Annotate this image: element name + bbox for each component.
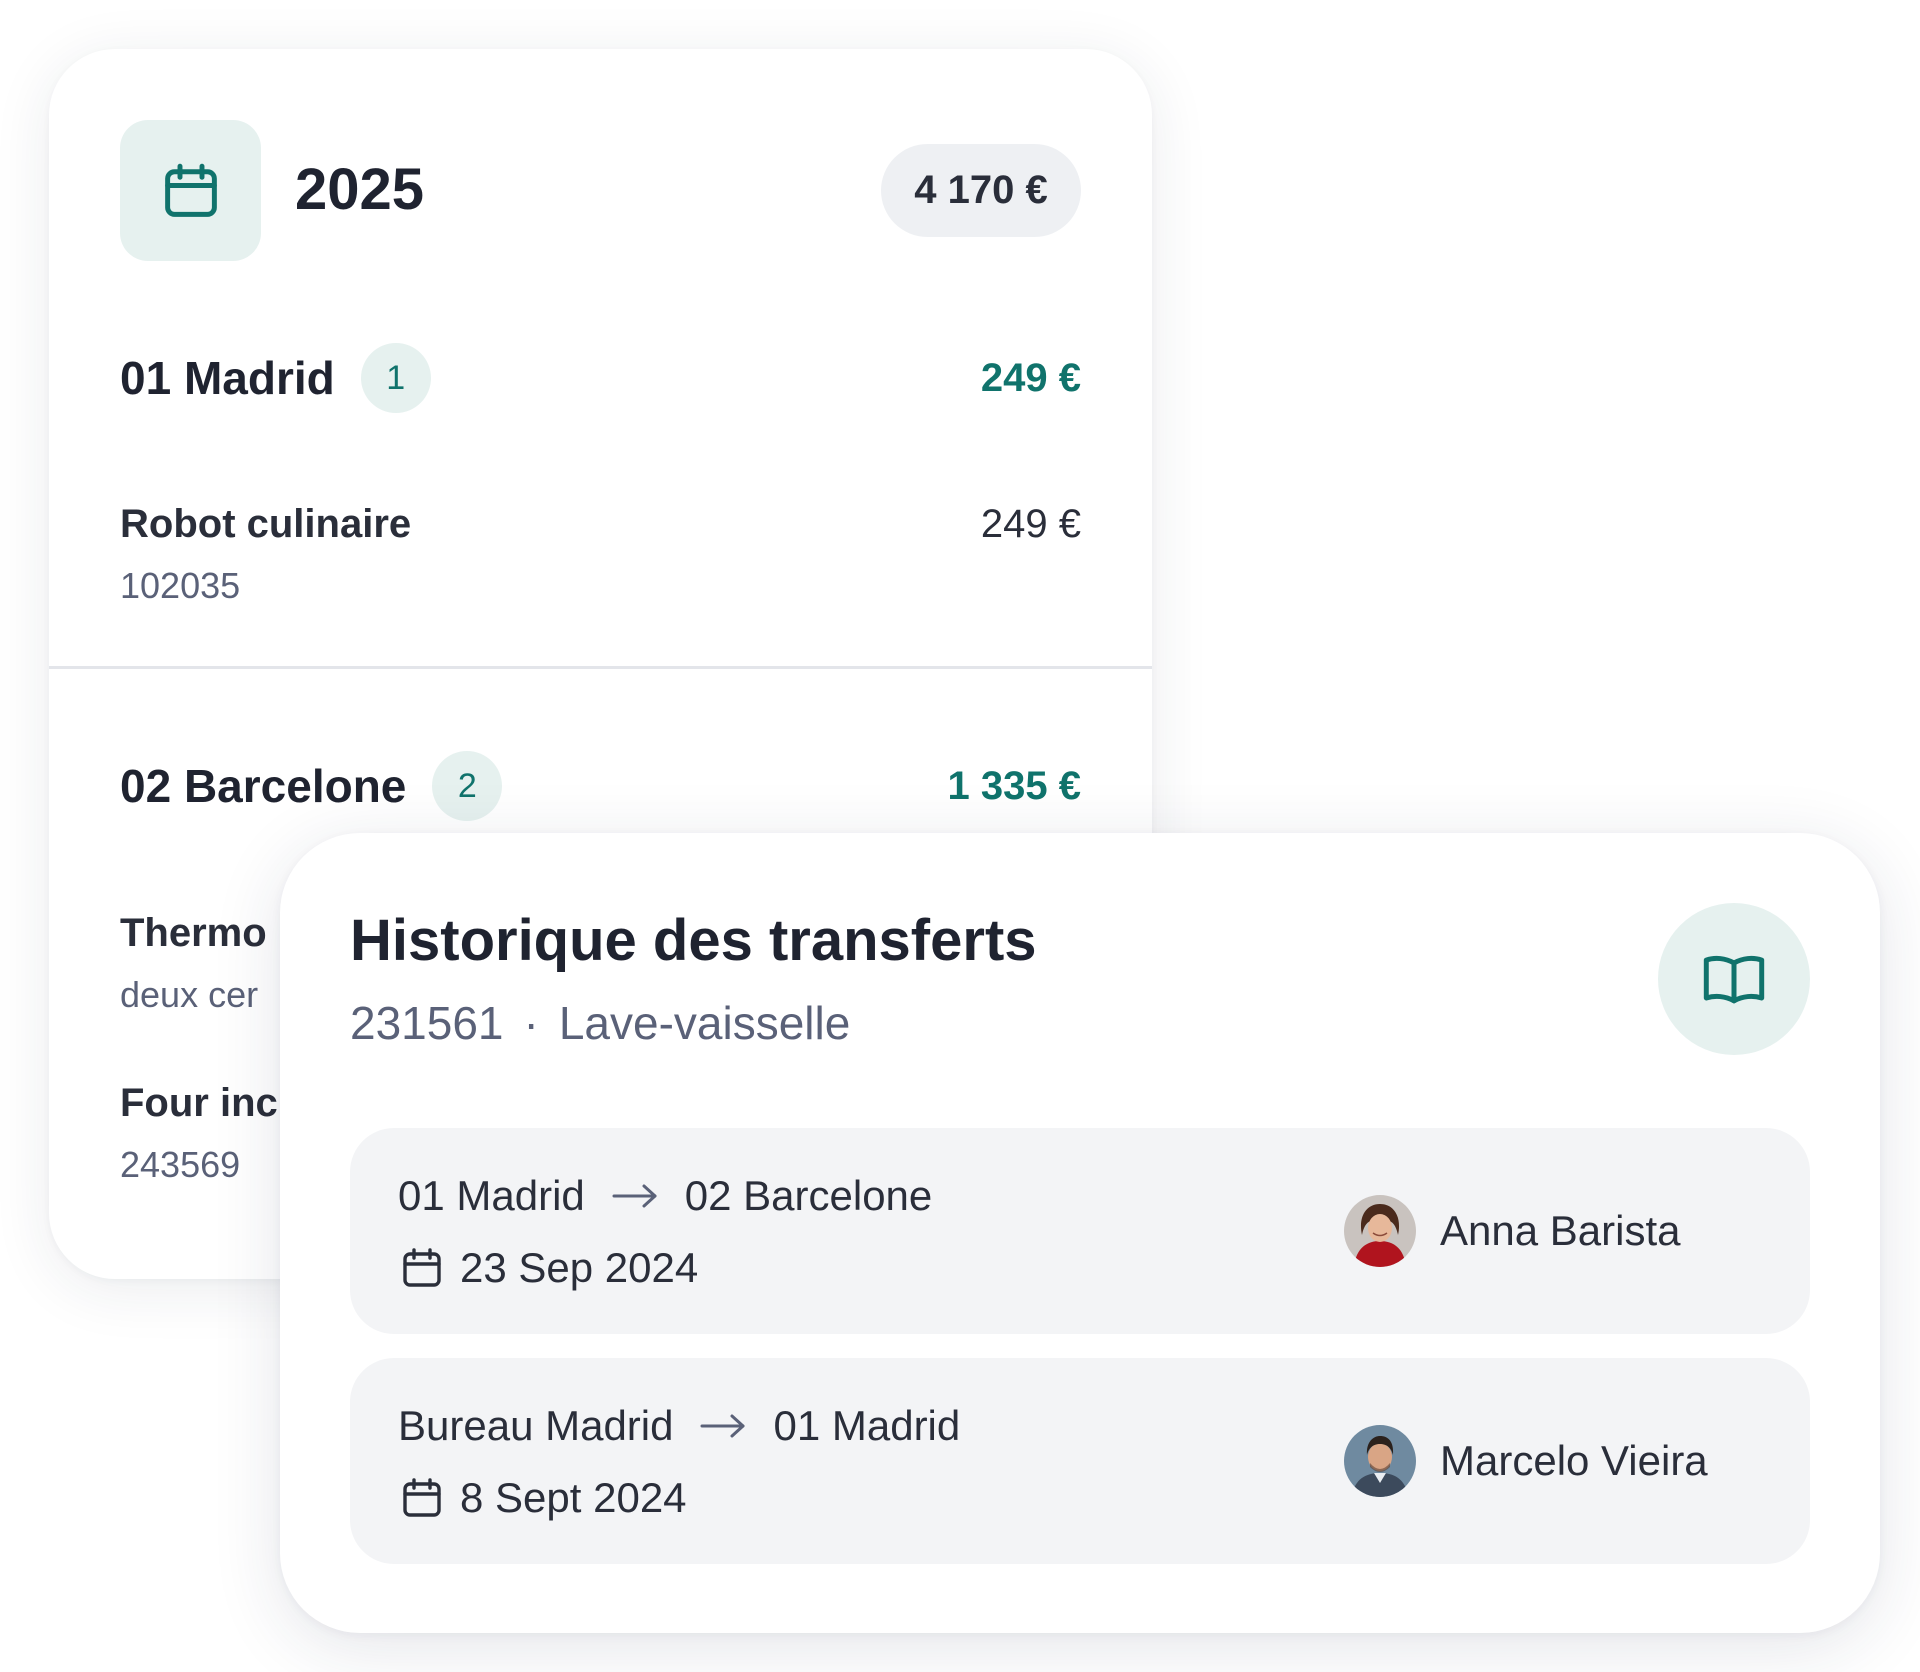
book-icon xyxy=(1703,955,1765,1004)
transfer-person: Anna Barista xyxy=(1344,1195,1680,1267)
calendar-icon xyxy=(398,1244,446,1292)
transfer-row[interactable]: Bureau Madrid 01 Madrid 8 Sept 2024 Marc… xyxy=(350,1358,1810,1564)
stage: 2025 4 170 € 01 Madrid 1 249 € Robot cul… xyxy=(0,0,1920,1672)
arrow-right-icon xyxy=(611,1181,659,1211)
transfer-from: 01 Madrid xyxy=(398,1172,585,1219)
transfer-to: 01 Madrid xyxy=(773,1402,961,1449)
location-count-badge: 2 xyxy=(432,751,503,821)
item-name: Robot culinaire xyxy=(120,502,412,546)
location-header-madrid[interactable]: 01 Madrid 1 249 € xyxy=(120,342,1081,414)
year-icon-box xyxy=(120,120,261,261)
avatar xyxy=(1344,1425,1416,1497)
transfer-date: 23 Sep 2024 xyxy=(398,1238,698,1298)
transfer-date-text: 23 Sep 2024 xyxy=(460,1244,699,1291)
item-code: 102035 xyxy=(120,565,241,606)
person-name: Anna Barista xyxy=(1440,1207,1681,1254)
history-title: Historique des transferts xyxy=(350,908,1037,973)
transfer-to: 02 Barcelone xyxy=(684,1172,933,1219)
transfer-date: 8 Sept 2024 xyxy=(398,1468,687,1528)
location-total: 249 € xyxy=(980,355,1081,400)
transfer-date-text: 8 Sept 2024 xyxy=(460,1474,687,1521)
separator-dot: · xyxy=(523,997,539,1049)
calendar-icon xyxy=(398,1474,446,1522)
inventory-item[interactable]: Robot culinaire 102035 249 € xyxy=(120,497,1081,611)
transfer-route: 01 Madrid 02 Barcelone xyxy=(398,1166,932,1226)
location-header-barcelone[interactable]: 02 Barcelone 2 1 335 € xyxy=(120,750,1081,822)
person-name: Marcelo Vieira xyxy=(1440,1437,1708,1484)
transfer-route: Bureau Madrid 01 Madrid xyxy=(398,1396,960,1456)
item-name: Lave-vaisselle xyxy=(558,997,851,1049)
year-title: 2025 xyxy=(295,157,425,222)
item-code: 231561 xyxy=(350,997,504,1049)
section-divider xyxy=(49,666,1152,669)
book-button[interactable] xyxy=(1658,903,1810,1055)
year-total-badge: 4 170 € xyxy=(881,144,1081,237)
avatar xyxy=(1344,1195,1416,1267)
location-count-badge: 1 xyxy=(360,343,431,413)
transfer-row[interactable]: 01 Madrid 02 Barcelone 23 Sep 2024 Anna … xyxy=(350,1128,1810,1334)
location-total: 1 335 € xyxy=(947,763,1081,808)
item-price: 249 € xyxy=(980,502,1081,546)
transfer-from: Bureau Madrid xyxy=(398,1402,674,1449)
location-name: 02 Barcelone xyxy=(120,760,407,812)
arrow-right-icon xyxy=(699,1411,747,1441)
history-subtitle: 231561 · Lave-vaisselle xyxy=(350,993,850,1053)
location-name: 01 Madrid xyxy=(120,352,335,404)
transfer-history-card: Historique des transferts 231561 · Lave-va… xyxy=(280,833,1880,1633)
calendar-icon xyxy=(164,163,217,217)
transfer-person: Marcelo Vieira xyxy=(1344,1425,1708,1497)
